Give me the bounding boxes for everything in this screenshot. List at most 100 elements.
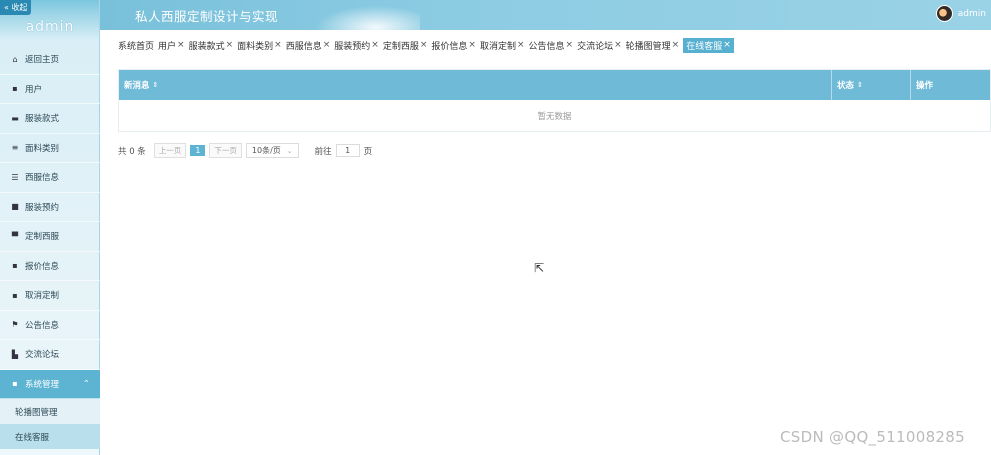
sidebar-subitem-carousel[interactable]: 轮播图管理 [0,399,100,424]
grid-icon: ▪ [12,261,18,271]
close-icon[interactable]: × [274,40,282,50]
sidebar-item-user[interactable]: ▪ 用户 [0,75,100,104]
tab-label: 系统首页 [118,41,155,52]
message-table: 新消息 ⇕ 状态 ⇕ 操作 暂无数据 [118,69,991,132]
page-size-value: 10条/页 [251,146,281,155]
sidebar-item-cancel[interactable]: ▪ 取消定制 [0,281,100,311]
tab-label: 取消定制 [479,41,516,52]
page-number-current[interactable]: 1 [190,145,206,156]
tab-notice[interactable]: 公告信息 × [529,39,574,52]
sliders-icon: ☰ [11,172,19,182]
tab-online-service[interactable]: 在线客服 × [683,37,734,53]
flag-icon: ⚑ [11,320,19,330]
avatar [935,5,953,22]
brand-label: admin [25,19,75,35]
chevron-down-icon: ⌄ [286,146,293,155]
close-icon[interactable]: × [323,40,331,50]
tab-label: 西服信息 [285,41,322,52]
column-label: 新消息 [124,81,150,91]
close-icon[interactable]: × [723,40,731,50]
pagination: 共 0 条 上一页 1 下一页 10条/页 ⌄ 前往 1 页 [118,143,372,158]
user-menu[interactable]: admin [935,5,986,22]
sidebar-item-fabric-category[interactable]: ≡ 面料类别 [0,134,100,163]
page-unit-label: 页 [363,146,373,157]
home-icon: ⌂ [12,54,18,64]
tab-appointment[interactable]: 服装预约 × [334,39,379,52]
close-icon[interactable]: × [517,40,525,50]
tab-label: 报价信息 [431,41,468,52]
close-icon[interactable]: × [468,40,476,50]
sidebar-item-quote[interactable]: ▪ 报价信息 [0,252,100,281]
column-header-status[interactable]: 状态 ⇕ [832,70,911,100]
goto-label: 前往 [314,146,332,157]
page-title: 私人西服定制设计与实现 [135,9,279,24]
sidebar-item-label: 服装款式 [25,114,60,125]
close-icon[interactable]: × [177,40,185,50]
prev-page-button[interactable]: 上一页 [153,143,187,158]
column-header-actions: 操作 [911,70,990,100]
tab-home[interactable]: 系统首页 [118,39,154,52]
sidebar-item-suit-info[interactable]: ☰ 西服信息 [0,163,100,193]
tab-carousel[interactable]: 轮播图管理 × [626,39,680,52]
sidebar-item-label: 报价信息 [25,261,60,272]
page-size-select[interactable]: 10条/页 ⌄ [245,143,299,158]
sidebar: « 收起 admin ⌂ 返回主页 ▪ 用户 ▬ 服装款式 ≡ 面料类别 ☰ 西服信息 ■… [0,0,100,455]
sidebar-item-label: 公告信息 [25,320,60,331]
sidebar-item-appointment[interactable]: ■ 服装预约 [0,193,100,222]
close-icon[interactable]: × [566,40,574,50]
mouse-cursor-icon: ⇱ [534,261,545,275]
watermark: CSDN @QQ_511008285 [780,428,965,446]
sort-icon[interactable]: ⇕ [153,81,159,89]
next-page-button[interactable]: 下一页 [209,143,242,158]
card-icon: ■ [11,202,19,212]
tab-fabric-category[interactable]: 面料类别 × [237,39,282,52]
column-header-message[interactable]: 新消息 ⇕ [119,70,832,100]
close-icon[interactable]: × [420,40,428,50]
grid-icon: ▪ [12,379,18,389]
sidebar-item-label: 取消定制 [25,291,60,302]
sidebar-item-custom-suit[interactable]: ▀ 定制西服 [0,222,100,252]
grid-icon: ▪ [12,290,18,300]
chevron-up-icon: ⌃ [82,378,90,389]
sidebar-item-notice[interactable]: ⚑ 公告信息 [0,311,100,340]
tab-clothing-style[interactable]: 服装款式 × [189,39,234,52]
list-icon: ≡ [11,143,19,153]
briefcase-icon: ▬ [11,113,19,123]
sidebar-item-label: 系统管理 [25,379,60,390]
sidebar-item-clothing-style[interactable]: ▬ 服装款式 [0,104,100,134]
tab-suit-info[interactable]: 西服信息 × [286,39,331,52]
sidebar-item-label: 用户 [25,84,43,95]
sidebar-item-label: 返回主页 [25,55,60,66]
close-icon[interactable]: × [672,40,680,50]
sidebar-item-forum[interactable]: ▙ 交流论坛 [0,340,100,370]
tab-label: 定制西服 [382,41,419,52]
tab-label: 用户 [158,41,177,52]
sidebar-item-label: 交流论坛 [25,350,60,361]
tab-label: 服装预约 [334,41,371,52]
tab-forum[interactable]: 交流论坛 × [577,39,622,52]
total-count: 共 0 条 [118,146,146,157]
table-header: 新消息 ⇕ 状态 ⇕ 操作 [119,70,990,100]
collapse-button[interactable]: « 收起 [0,0,32,15]
tab-label: 服装款式 [188,41,225,52]
tab-custom-suit[interactable]: 定制西服 × [383,39,428,52]
tab-cancel[interactable]: 取消定制 × [480,39,525,52]
sidebar-item-system[interactable]: ▪ 系统管理 ⌃ [0,369,100,399]
sort-icon[interactable]: ⇕ [857,81,863,89]
tab-label: 轮播图管理 [625,41,671,52]
close-icon[interactable]: × [226,40,234,50]
close-icon[interactable]: × [371,40,379,50]
column-label: 状态 [837,81,855,91]
chart-icon: ▙ [11,349,19,359]
sidebar-subitem-online-service[interactable]: 在线客服 [0,424,100,449]
header-decoration [310,4,420,30]
goto-page-input[interactable]: 1 [335,144,360,157]
monitor-icon: ▀ [11,231,19,241]
close-icon[interactable]: × [614,40,622,50]
tab-quote[interactable]: 报价信息 × [431,39,476,52]
sidebar-item-home[interactable]: ⌂ 返回主页 [0,45,100,75]
sidebar-item-label: 西服信息 [25,173,60,184]
grid-icon: ▪ [12,84,18,94]
tab-user[interactable]: 用户 × [158,39,185,52]
sidebar-item-label: 定制西服 [25,232,60,243]
